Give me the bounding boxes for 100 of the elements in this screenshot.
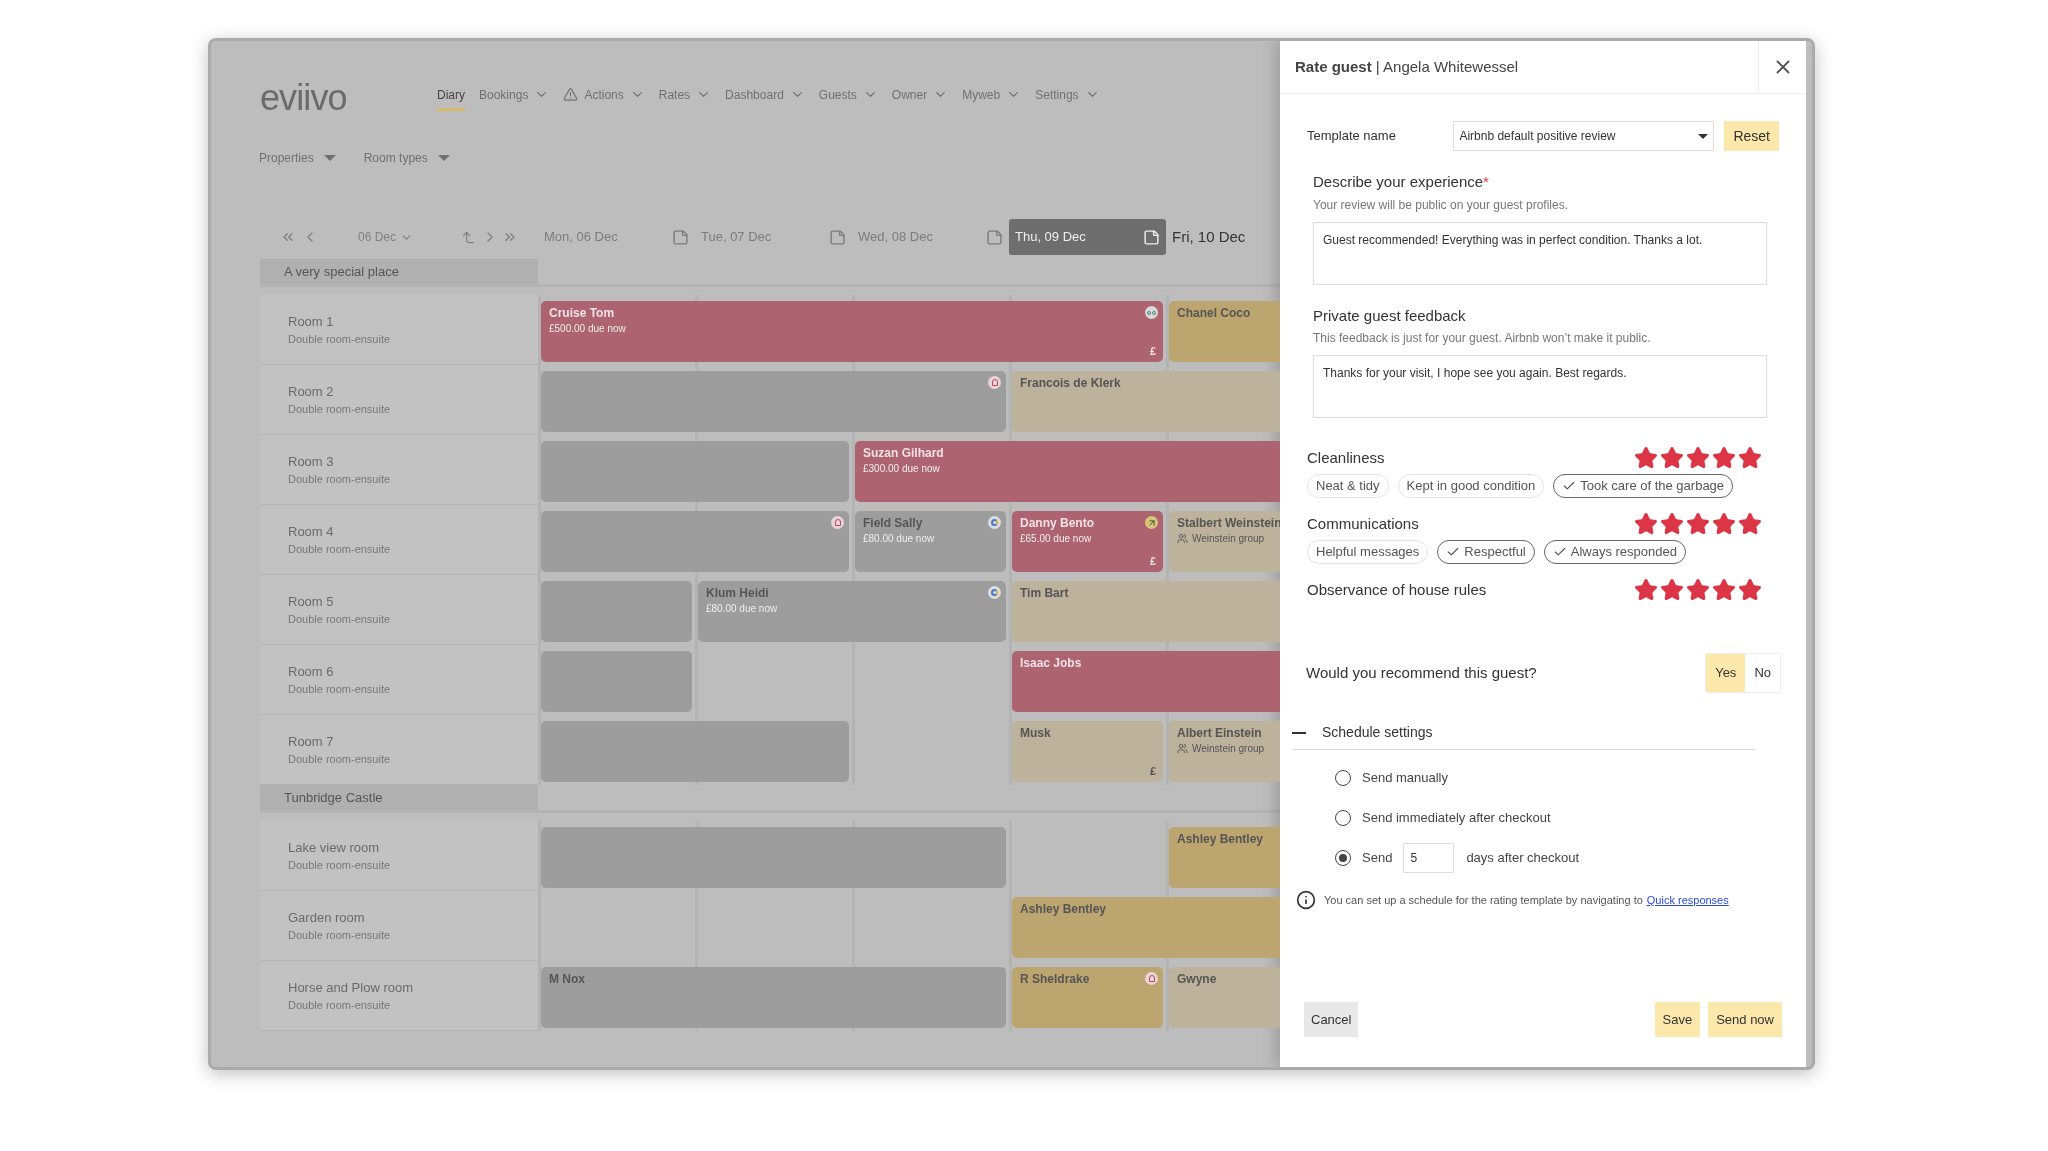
toggle-option[interactable]: Yes bbox=[1706, 654, 1746, 692]
text-area[interactable]: Thanks for your visit, I hope see you again. Best regards. bbox=[1313, 355, 1767, 418]
star-icon[interactable] bbox=[1686, 446, 1710, 470]
star-icon[interactable] bbox=[1686, 578, 1710, 602]
amount-due: £300.00 due now bbox=[863, 462, 940, 476]
group-name: Weinstein group bbox=[1192, 532, 1265, 546]
room-name: Room 5 bbox=[288, 592, 335, 611]
day-header[interactable]: Thu, 09 Dec bbox=[1009, 219, 1166, 255]
star-icon[interactable] bbox=[1634, 578, 1658, 602]
guest-name: Isaac Jobs bbox=[1020, 656, 1082, 671]
pin-logo-icon bbox=[1145, 972, 1158, 985]
nav-tab[interactable]: Actions bbox=[563, 85, 645, 111]
logo[interactable]: eviivo bbox=[260, 71, 437, 125]
section-hint: Your review will be public on your guest profiles. bbox=[1313, 196, 1570, 214]
reset-button[interactable]: Reset bbox=[1724, 121, 1779, 151]
text-area[interactable]: Guest recommended! Everything was in perfect condition. Thanks a lot. bbox=[1313, 221, 1767, 285]
cancel-button[interactable]: Cancel bbox=[1304, 1002, 1359, 1037]
guest-name: Field Sally bbox=[863, 516, 923, 531]
check-icon bbox=[1552, 545, 1567, 559]
star-icon[interactable] bbox=[1738, 578, 1762, 602]
booking-block[interactable]: Ashley Bentley bbox=[1012, 897, 1280, 958]
rating-label: Observance of house rules bbox=[1307, 579, 1487, 600]
filter-dropdown[interactable]: Room types bbox=[363, 149, 450, 167]
guest-name: Danny Bento bbox=[1020, 516, 1094, 531]
booking-block[interactable]: R Sheldrake bbox=[1012, 967, 1163, 1028]
booking-block[interactable]: Danny Bento £65.00 due now £ bbox=[1012, 511, 1163, 572]
send-now-button[interactable]: Send now bbox=[1708, 1002, 1782, 1037]
nav-tab[interactable]: Diary bbox=[437, 85, 465, 111]
room-type: Double room-ensuite bbox=[288, 402, 392, 417]
star-icon[interactable] bbox=[1712, 512, 1736, 536]
star-icon[interactable] bbox=[1660, 578, 1684, 602]
guest-name: Suzan Gilhard bbox=[863, 446, 944, 461]
booking-block[interactable]: Stalbert Weinstein Weinstein group bbox=[1169, 511, 1280, 572]
section-title[interactable]: Schedule settings bbox=[1322, 722, 1433, 743]
star-icon[interactable] bbox=[1738, 512, 1762, 536]
template-select[interactable]: Airbnb default positive review bbox=[1453, 121, 1715, 151]
star-icon[interactable] bbox=[1634, 512, 1658, 536]
save-button[interactable]: Save bbox=[1654, 1002, 1701, 1037]
radio-label: Send manually bbox=[1362, 769, 1448, 788]
booking-block[interactable]: Chanel Coco bbox=[1169, 301, 1280, 362]
booking-block[interactable]: Albert Einstein Weinstein group bbox=[1169, 721, 1280, 782]
amount-due: £65.00 due now bbox=[1020, 532, 1092, 546]
info-text: You can set up a schedule for the rating template by navigating to bbox=[1324, 892, 1643, 908]
info-icon bbox=[1296, 890, 1316, 910]
filter-dropdown[interactable]: Properties bbox=[259, 149, 336, 167]
radio-label: Send bbox=[1362, 849, 1393, 868]
quick-responses-link[interactable]: Quick responses bbox=[1646, 891, 1729, 909]
guest-name: Cruise Tom bbox=[549, 306, 615, 321]
room-type: Double room-ensuite bbox=[288, 332, 392, 347]
star-icon[interactable] bbox=[1634, 446, 1658, 470]
guest-name: Ashley Bentley bbox=[1020, 902, 1107, 917]
booking-block[interactable]: Musk £ bbox=[1012, 721, 1163, 782]
booking-block[interactable]: Klum Heidi £80.00 due now bbox=[698, 581, 1006, 642]
property-header: A very special place bbox=[260, 259, 538, 284]
room-type: Double room-ensuite bbox=[288, 928, 392, 943]
group-name: Weinstein group bbox=[1192, 742, 1265, 756]
guest-name: M Nox bbox=[549, 972, 585, 987]
nav-tab[interactable]: Myweb bbox=[962, 85, 1022, 111]
booking-block[interactable]: Isaac Jobs bbox=[1012, 651, 1280, 712]
star-icon[interactable] bbox=[1712, 446, 1736, 470]
day-header[interactable]: Fri, 10 Dec bbox=[1166, 219, 1280, 255]
day-header[interactable]: Tue, 07 Dec bbox=[695, 219, 852, 255]
section-heading: Private guest feedback bbox=[1313, 305, 1466, 326]
nav-tab[interactable]: Rates bbox=[658, 85, 712, 111]
booking-block[interactable]: Ashley Bentley bbox=[1169, 827, 1280, 888]
booking-block[interactable]: M Nox bbox=[541, 967, 1006, 1028]
pin-logo-icon bbox=[831, 516, 844, 529]
owl-logo-icon bbox=[1145, 306, 1158, 319]
star-icon[interactable] bbox=[1738, 446, 1762, 470]
property-header: Tunbridge Castle bbox=[260, 785, 538, 810]
recommend-question: Would you recommend this guest? bbox=[1306, 662, 1537, 683]
nav-tab[interactable]: Guests bbox=[818, 85, 878, 111]
room-name: Lake view room bbox=[288, 838, 381, 857]
booking-block[interactable]: Gwyne bbox=[1169, 967, 1280, 1028]
guest-name: Chanel Coco bbox=[1177, 306, 1251, 321]
booking-block[interactable]: Suzan Gilhard £300.00 due now bbox=[855, 441, 1280, 502]
toggle-option[interactable]: No bbox=[1745, 654, 1780, 692]
date-picker[interactable]: 06 Dec bbox=[358, 228, 414, 246]
booking-block[interactable]: Cruise Tom £500.00 due now £ bbox=[541, 301, 1163, 362]
rating-label: Cleanliness bbox=[1307, 447, 1385, 468]
booking-block[interactable]: Francois de Klerk bbox=[1012, 371, 1280, 432]
radio-suffix: days after checkout bbox=[1466, 849, 1580, 868]
star-icon[interactable] bbox=[1712, 578, 1736, 602]
room-type: Double room-ensuite bbox=[288, 682, 392, 697]
check-icon bbox=[1446, 545, 1461, 559]
booking-block[interactable]: Field Sally £80.00 due now bbox=[855, 511, 1006, 572]
nav-tab[interactable]: Settings bbox=[1035, 85, 1100, 111]
days-field[interactable]: 5 bbox=[1403, 843, 1455, 873]
caret-icon bbox=[1698, 133, 1709, 139]
nav-tab[interactable]: Owner bbox=[891, 85, 949, 111]
room-type: Double room-ensuite bbox=[288, 472, 392, 487]
required-mark: * bbox=[1483, 172, 1489, 192]
nav-tab[interactable]: Dashboard bbox=[725, 85, 805, 111]
day-header[interactable]: Wed, 08 Dec bbox=[852, 219, 1009, 255]
day-header[interactable]: Mon, 06 Dec bbox=[538, 219, 695, 255]
star-icon[interactable] bbox=[1686, 512, 1710, 536]
star-icon[interactable] bbox=[1660, 446, 1684, 470]
booking-block[interactable]: Tim Bart bbox=[1012, 581, 1280, 642]
nav-tab[interactable]: Bookings bbox=[479, 85, 550, 111]
star-icon[interactable] bbox=[1660, 512, 1684, 536]
